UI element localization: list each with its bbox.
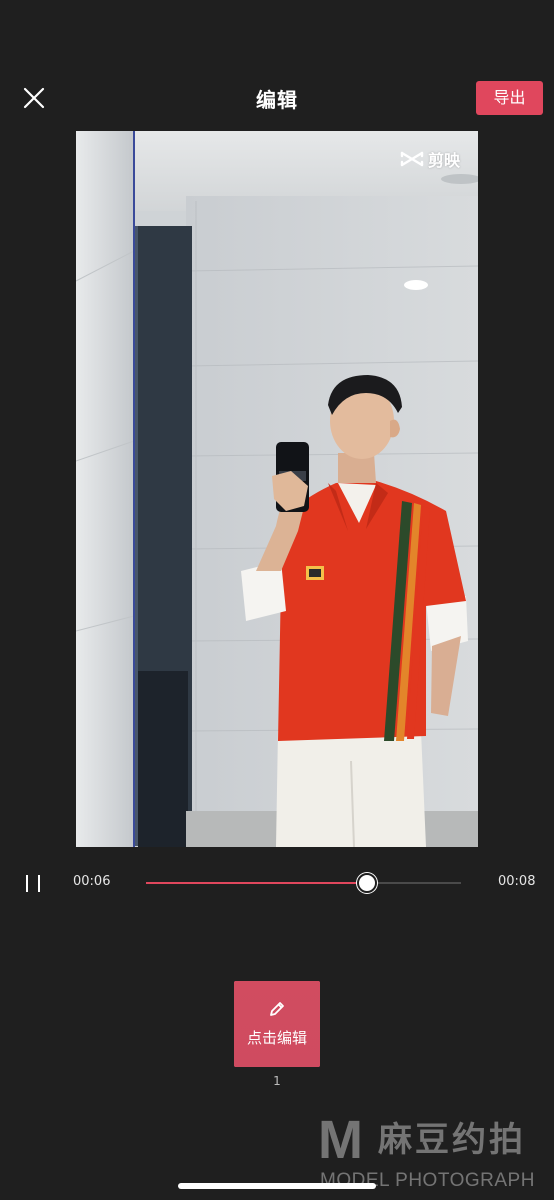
clip-index: 1 (273, 1074, 281, 1088)
clip-edit-label: 点击编辑 (246, 1029, 307, 1047)
home-indicator[interactable] (178, 1183, 376, 1189)
capcut-watermark-text: 剪映 (427, 151, 460, 170)
pause-icon (26, 875, 28, 892)
capcut-watermark: 剪映 (400, 147, 460, 171)
page-title: 编辑 (256, 88, 298, 112)
pencil-icon (267, 999, 287, 1019)
brand-watermark: M 麻豆约拍 MODEL PHOTOGRAPH (318, 1110, 550, 1192)
brand-logo: M (318, 1110, 363, 1170)
clip-edit-tile[interactable]: 点击编辑 (234, 981, 320, 1067)
current-time: 00:06 (73, 874, 111, 889)
clip-thumbnail (234, 981, 320, 1067)
export-button[interactable]: 导出 (476, 81, 543, 115)
brand-name-cn: 麻豆约拍 (378, 1120, 526, 1160)
pause-button[interactable] (22, 872, 46, 894)
progress-fill (146, 882, 367, 884)
video-frame-image (76, 131, 478, 847)
video-preview[interactable]: 剪映 (76, 131, 478, 847)
progress-slider[interactable] (146, 872, 461, 894)
total-time: 00:08 (498, 874, 536, 889)
progress-thumb[interactable] (356, 873, 377, 893)
capcut-logo-icon (400, 151, 424, 167)
